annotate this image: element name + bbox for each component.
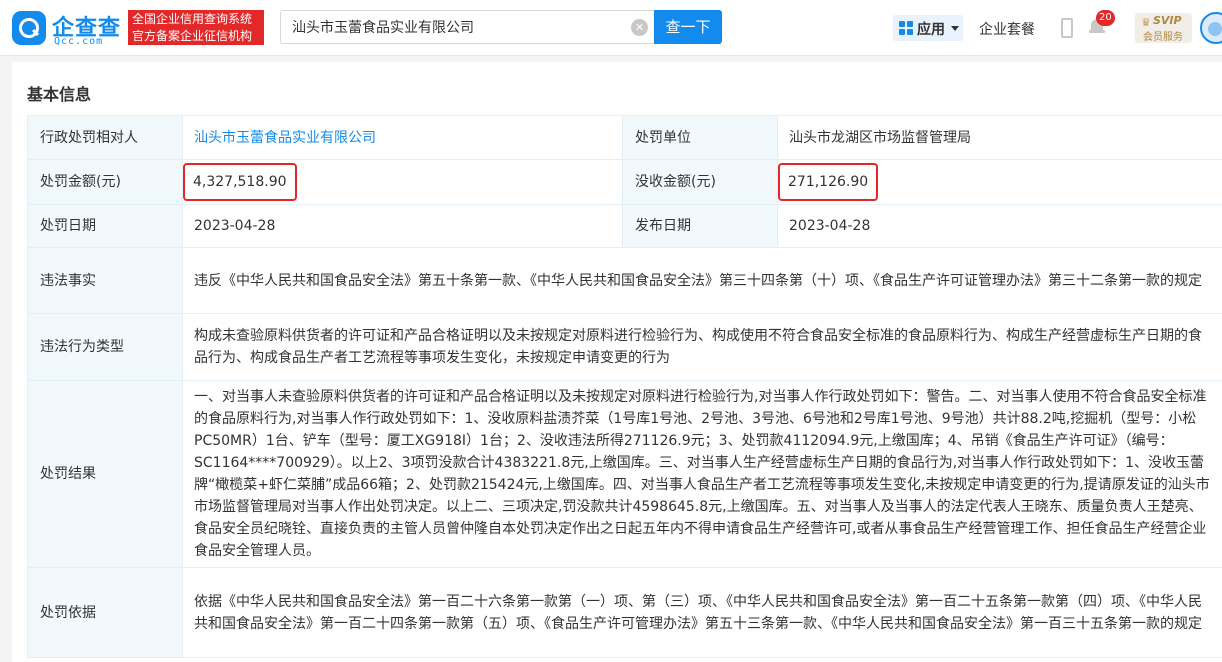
table-row: 违法行为类型 构成未查验原料供货者的许可证和产品合格证明以及未按规定对原料进行检… — [28, 314, 1222, 381]
slogan-line-1: 全国企业信用查询系统 — [132, 11, 260, 28]
svip-title: SVIP — [1153, 14, 1182, 27]
confiscate-cell: 271,126.90 — [778, 160, 1222, 205]
basis-value: 依据《中华人民共和国食品安全法》第一百二十六条第一款第（一）项、第（三）项、《中… — [183, 568, 1222, 658]
svip-member-button[interactable]: ♛ SVIP 会员服务 — [1135, 13, 1192, 43]
table-row: 处罚结果 一、对当事人未查验原料供货者的许可证和产品合格证明以及未按规定对原料进… — [28, 381, 1222, 568]
facts-label: 违法事实 — [28, 248, 183, 314]
section-title: 基本信息 — [27, 81, 91, 105]
slogan-line-2: 官方备案企业征信机构 — [132, 28, 260, 45]
qcc-logo[interactable]: 企查查 Qcc.com — [12, 9, 126, 47]
result-label: 处罚结果 — [28, 381, 183, 568]
clear-icon[interactable]: ✕ — [631, 19, 648, 36]
date-value: 2023-04-28 — [183, 205, 623, 248]
mobile-phone-icon[interactable] — [1061, 18, 1073, 38]
apps-label: 应用 — [917, 19, 945, 39]
notification-badge: 20 — [1096, 10, 1115, 26]
logo-search-icon — [12, 11, 46, 45]
chevron-down-icon — [951, 26, 959, 31]
type-value: 构成未查验原料供货者的许可证和产品合格证明以及未按规定对原料进行检验行为、构成使… — [183, 314, 1222, 381]
svip-subtitle: 会员服务 — [1143, 28, 1183, 43]
table-row: 行政处罚相对人 汕头市玉蕾食品实业有限公司 处罚单位 汕头市龙湖区市场监督管理局 — [28, 116, 1222, 160]
unit-label: 处罚单位 — [623, 116, 778, 160]
confiscate-value: 271,126.90 — [778, 163, 878, 201]
enterprise-suite-link[interactable]: 企业套餐 — [979, 19, 1035, 39]
penalty-info-table: 行政处罚相对人 汕头市玉蕾食品实业有限公司 处罚单位 汕头市龙湖区市场监督管理局… — [27, 115, 1222, 658]
facts-value: 违反《中华人民共和国食品安全法》第五十条第一款、《中华人民共和国食品安全法》第三… — [183, 248, 1222, 314]
result-value: 一、对当事人未查验原料供货者的许可证和产品合格证明以及未按规定对原料进行检验行为… — [183, 381, 1222, 568]
party-label: 行政处罚相对人 — [28, 116, 183, 160]
apps-grid-icon — [899, 21, 913, 35]
fine-value: 4,327,518.90 — [183, 163, 297, 201]
apps-menu-button[interactable]: 应用 — [893, 15, 963, 41]
fine-label: 处罚金额(元) — [28, 160, 183, 205]
search-input[interactable] — [292, 17, 622, 37]
type-label: 违法行为类型 — [28, 314, 183, 381]
table-row: 处罚日期 2023-04-28 发布日期 2023-04-28 — [28, 205, 1222, 248]
search-box: ✕ — [280, 10, 654, 44]
basic-info-panel: 基本信息 行政处罚相对人 汕头市玉蕾食品实业有限公司 处罚单位 汕头市龙湖区市场… — [12, 62, 1222, 662]
top-header: 企查查 Qcc.com 全国企业信用查询系统 官方备案企业征信机构 ✕ 查一下 … — [0, 0, 1222, 56]
logo-subtext: Qcc.com — [54, 36, 103, 47]
publish-value: 2023-04-28 — [778, 205, 1222, 248]
table-row: 处罚金额(元) 4,327,518.90 没收金额(元) 271,126.90 — [28, 160, 1222, 205]
search-button[interactable]: 查一下 — [654, 10, 722, 44]
party-value: 汕头市玉蕾食品实业有限公司 — [183, 116, 623, 160]
date-label: 处罚日期 — [28, 205, 183, 248]
fine-cell: 4,327,518.90 — [183, 160, 623, 205]
table-row: 违法事实 违反《中华人民共和国食品安全法》第五十条第一款、《中华人民共和国食品安… — [28, 248, 1222, 314]
publish-label: 发布日期 — [623, 205, 778, 248]
confiscate-label: 没收金额(元) — [623, 160, 778, 205]
user-avatar[interactable] — [1200, 12, 1222, 44]
basis-label: 处罚依据 — [28, 568, 183, 658]
company-link[interactable]: 汕头市玉蕾食品实业有限公司 — [194, 130, 376, 146]
table-row: 处罚依据 依据《中华人民共和国食品安全法》第一百二十六条第一款第（一）项、第（三… — [28, 568, 1222, 658]
slogan-banner: 全国企业信用查询系统 官方备案企业征信机构 — [128, 10, 264, 45]
unit-value: 汕头市龙湖区市场监督管理局 — [778, 116, 1222, 160]
